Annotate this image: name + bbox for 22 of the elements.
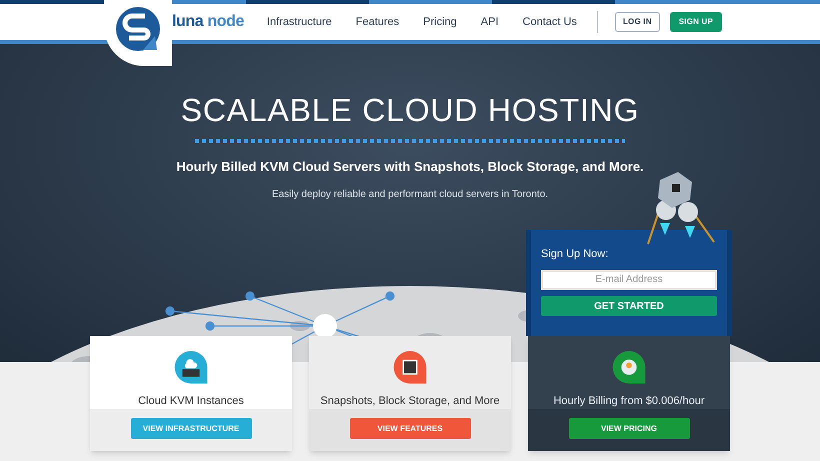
get-started-button[interactable]: GET STARTED	[541, 296, 717, 316]
hero-title: SCALABLE CLOUD HOSTING	[180, 94, 640, 126]
chip-icon	[393, 351, 427, 384]
logo-wordmark: luna node	[172, 12, 244, 32]
card-title: Cloud KVM Instances	[138, 394, 244, 408]
hero-tagline: Easily deploy reliable and performant cloud servers in Toronto.	[272, 188, 548, 202]
logo-icon	[115, 6, 161, 52]
nav-link[interactable]: API	[478, 14, 502, 30]
nav-link[interactable]: Contact Us	[520, 14, 580, 30]
card-title: Hourly Billing from $0.006/hour	[553, 394, 705, 408]
card-title: Snapshots, Block Storage, and More	[320, 394, 500, 408]
signup-button[interactable]: SIGN UP	[670, 12, 722, 32]
card-button[interactable]: VIEW PRICING	[568, 418, 690, 439]
money-icon	[612, 351, 646, 384]
nav-link[interactable]: Features	[352, 14, 402, 30]
server-icon	[174, 351, 208, 384]
email-field[interactable]: E-mail Address	[541, 270, 717, 290]
hero-subtitle: Hourly Billed KVM Cloud Servers with Snapshots, Block Storage, and More.	[176, 158, 644, 176]
signup-label: Sign Up Now:	[541, 247, 610, 262]
login-button[interactable]: LOG IN	[614, 12, 660, 32]
nav-link[interactable]: Infrastructure	[264, 14, 335, 30]
nav-link[interactable]: Pricing	[420, 14, 460, 30]
